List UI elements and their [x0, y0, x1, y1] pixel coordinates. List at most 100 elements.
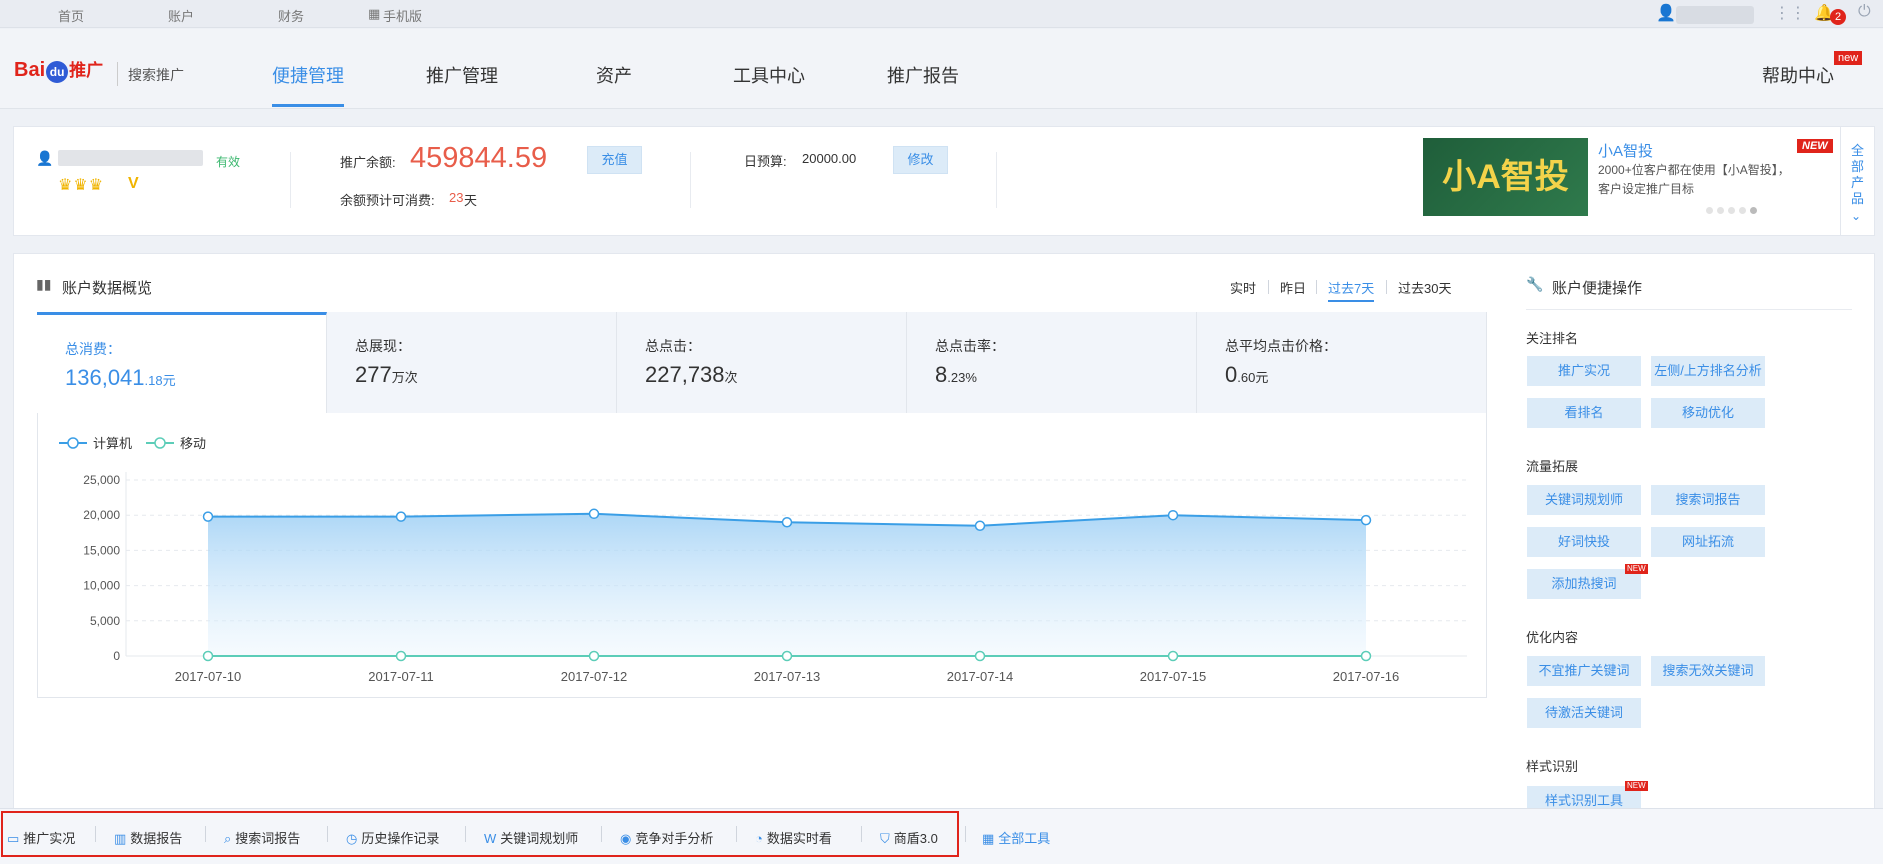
bottom-tool-competitor[interactable]: ◉ 竞争对手分析: [620, 828, 713, 847]
promo-banner-image[interactable]: 小A智投: [1423, 138, 1588, 216]
quick-btn-good-word[interactable]: 好词快投: [1527, 527, 1641, 557]
nav-tab-quick-manage[interactable]: 便捷管理: [272, 62, 344, 88]
range-realtime[interactable]: 实时: [1230, 278, 1256, 297]
word-doc-icon: W: [484, 831, 497, 846]
section-title-traffic: 流量拓展: [1526, 459, 1579, 474]
logo-subtitle: 搜索推广: [128, 67, 184, 83]
carousel-dot[interactable]: [1717, 207, 1724, 214]
legend-marker: [154, 437, 166, 449]
overview-title: 账户数据概览: [62, 280, 153, 297]
metric-ctr[interactable]: 总点击率： 8.23%: [907, 312, 1197, 413]
carousel-dot[interactable]: [1706, 207, 1713, 214]
divider: [965, 826, 966, 842]
metric-total-impressions[interactable]: 总展现： 277万次: [327, 312, 617, 413]
quick-btn-keyword-planner[interactable]: 关键词规划师: [1527, 485, 1641, 515]
top-link-finance[interactable]: 财务: [278, 6, 304, 25]
divider: [861, 826, 862, 842]
quick-btn-invalid-search-keyword[interactable]: 搜索无效关键词: [1651, 656, 1765, 686]
bottom-tool-shangdun[interactable]: ⛉ 商盾3.0: [880, 828, 938, 847]
power-icon[interactable]: ⏻: [1858, 3, 1871, 21]
divider: [465, 826, 466, 842]
x-tick-label: 2017-07-11: [368, 669, 434, 684]
top-link-home[interactable]: 首页: [58, 6, 84, 25]
bottom-tool-search-report[interactable]: ⌕ 搜索词报告: [224, 828, 300, 847]
all-products-side-tab[interactable]: 全部产品 ⌄: [1840, 127, 1874, 235]
quick-ops-title: 账户便捷操作: [1552, 280, 1643, 297]
metric-title: 总点击：: [645, 338, 701, 354]
quick-btn-add-hot-word[interactable]: 添加热搜词: [1527, 569, 1641, 599]
logo-divider: [117, 62, 118, 86]
bottom-tool-keyword-planner[interactable]: W 关键词规划师: [484, 828, 578, 847]
bottom-tool-data-report[interactable]: ▥ 数据报告: [114, 828, 182, 847]
nav-tab-assets[interactable]: 资产: [596, 62, 632, 88]
divider: [1316, 280, 1317, 294]
quick-btn-url-expand[interactable]: 网址拓流: [1651, 527, 1765, 557]
metric-avg-cpc[interactable]: 总平均点击价格： 0.60元: [1197, 312, 1487, 413]
notification-count-badge: 2: [1830, 9, 1846, 25]
metric-total-cost[interactable]: 总消费： 136,041.18元: [37, 312, 327, 413]
quick-btn-mobile-optimize[interactable]: 移动优化: [1651, 398, 1765, 428]
apps-grid-icon[interactable]: ⋮⋮: [1774, 3, 1806, 23]
account-rating-stars: ♛♛♛: [58, 177, 105, 194]
username-blurred: [1676, 6, 1754, 24]
divider: [1526, 309, 1852, 310]
balance-value: 459844.59: [410, 142, 548, 174]
quick-btn-rank-analysis[interactable]: 左侧/上方排名分析: [1651, 356, 1765, 386]
chevron-down-icon[interactable]: ⌄: [1851, 209, 1861, 223]
divider: [290, 152, 291, 208]
bottom-tool-all[interactable]: ▦ 全部工具: [982, 828, 1050, 847]
quick-btn-view-rank[interactable]: 看排名: [1527, 398, 1641, 428]
data-point: [202, 511, 214, 522]
quick-btn-search-term-report[interactable]: 搜索词报告: [1651, 485, 1765, 515]
data-point: [781, 650, 793, 662]
quick-btn-pending-keyword[interactable]: 待激活关键词: [1527, 698, 1641, 728]
baidu-logo[interactable]: Bai du 推广: [14, 56, 103, 83]
data-point: [1167, 650, 1179, 662]
modify-budget-button[interactable]: 修改: [893, 146, 948, 174]
metric-title: 总展现：: [355, 338, 411, 354]
user-icon[interactable]: 👤: [1656, 3, 1676, 23]
data-point: [395, 650, 407, 662]
carousel-dot[interactable]: [1728, 207, 1735, 214]
new-tag: NEW: [1625, 781, 1648, 791]
divider: [690, 152, 691, 208]
bottom-tool-promo-live[interactable]: ▭ 推广实况: [7, 828, 75, 847]
help-center-link[interactable]: 帮助中心: [1762, 62, 1834, 88]
top-link-account[interactable]: 账户: [168, 6, 194, 25]
data-point: [1360, 650, 1372, 662]
carousel-dot-active[interactable]: [1750, 207, 1757, 214]
top-link-mobile[interactable]: 手机版: [383, 6, 422, 25]
shield-icon: ⛉: [880, 831, 890, 846]
data-point: [1167, 509, 1179, 521]
metric-value: 227,738次: [645, 362, 738, 387]
series-area-计算机: [208, 513, 1366, 656]
quick-btn-unsuitable-keyword[interactable]: 不宜推广关键词: [1527, 656, 1641, 686]
quick-btn-style-tool[interactable]: 样式识别工具: [1527, 786, 1641, 808]
data-point: [1360, 514, 1372, 526]
range-yesterday[interactable]: 昨日: [1280, 278, 1306, 297]
recharge-button[interactable]: 充值: [587, 146, 642, 174]
promo-title[interactable]: 小A智投: [1598, 140, 1653, 161]
range-7days[interactable]: 过去7天: [1328, 278, 1375, 302]
bottom-tool-realtime-data[interactable]: ◔ 数据实时看: [755, 828, 832, 847]
divider: [95, 826, 96, 842]
x-tick-label: 2017-07-15: [1140, 669, 1207, 684]
y-tick-label: 15,000: [83, 543, 120, 557]
nav-tab-promo-manage[interactable]: 推广管理: [426, 62, 498, 88]
account-card: [13, 126, 1875, 236]
all-products-label[interactable]: 全部产品: [1851, 143, 1865, 207]
range-30days[interactable]: 过去30天: [1398, 278, 1451, 297]
carousel-dot[interactable]: [1739, 207, 1746, 214]
nav-tab-reports[interactable]: 推广报告: [887, 62, 959, 88]
section-title-optimize: 优化内容: [1526, 630, 1579, 645]
nav-tab-tools[interactable]: 工具中心: [733, 62, 805, 88]
metric-title: 总点击率：: [935, 338, 1005, 354]
new-tag: NEW: [1625, 564, 1648, 574]
metric-value: 0.60元: [1225, 362, 1269, 387]
data-point: [974, 650, 986, 662]
promo-carousel-dots[interactable]: [1706, 207, 1757, 214]
quick-btn-promo-live[interactable]: 推广实况: [1527, 356, 1641, 386]
divider: [601, 826, 602, 842]
bottom-tool-history[interactable]: ◷ 历史操作记录: [346, 828, 439, 847]
metric-total-clicks[interactable]: 总点击： 227,738次: [617, 312, 907, 413]
